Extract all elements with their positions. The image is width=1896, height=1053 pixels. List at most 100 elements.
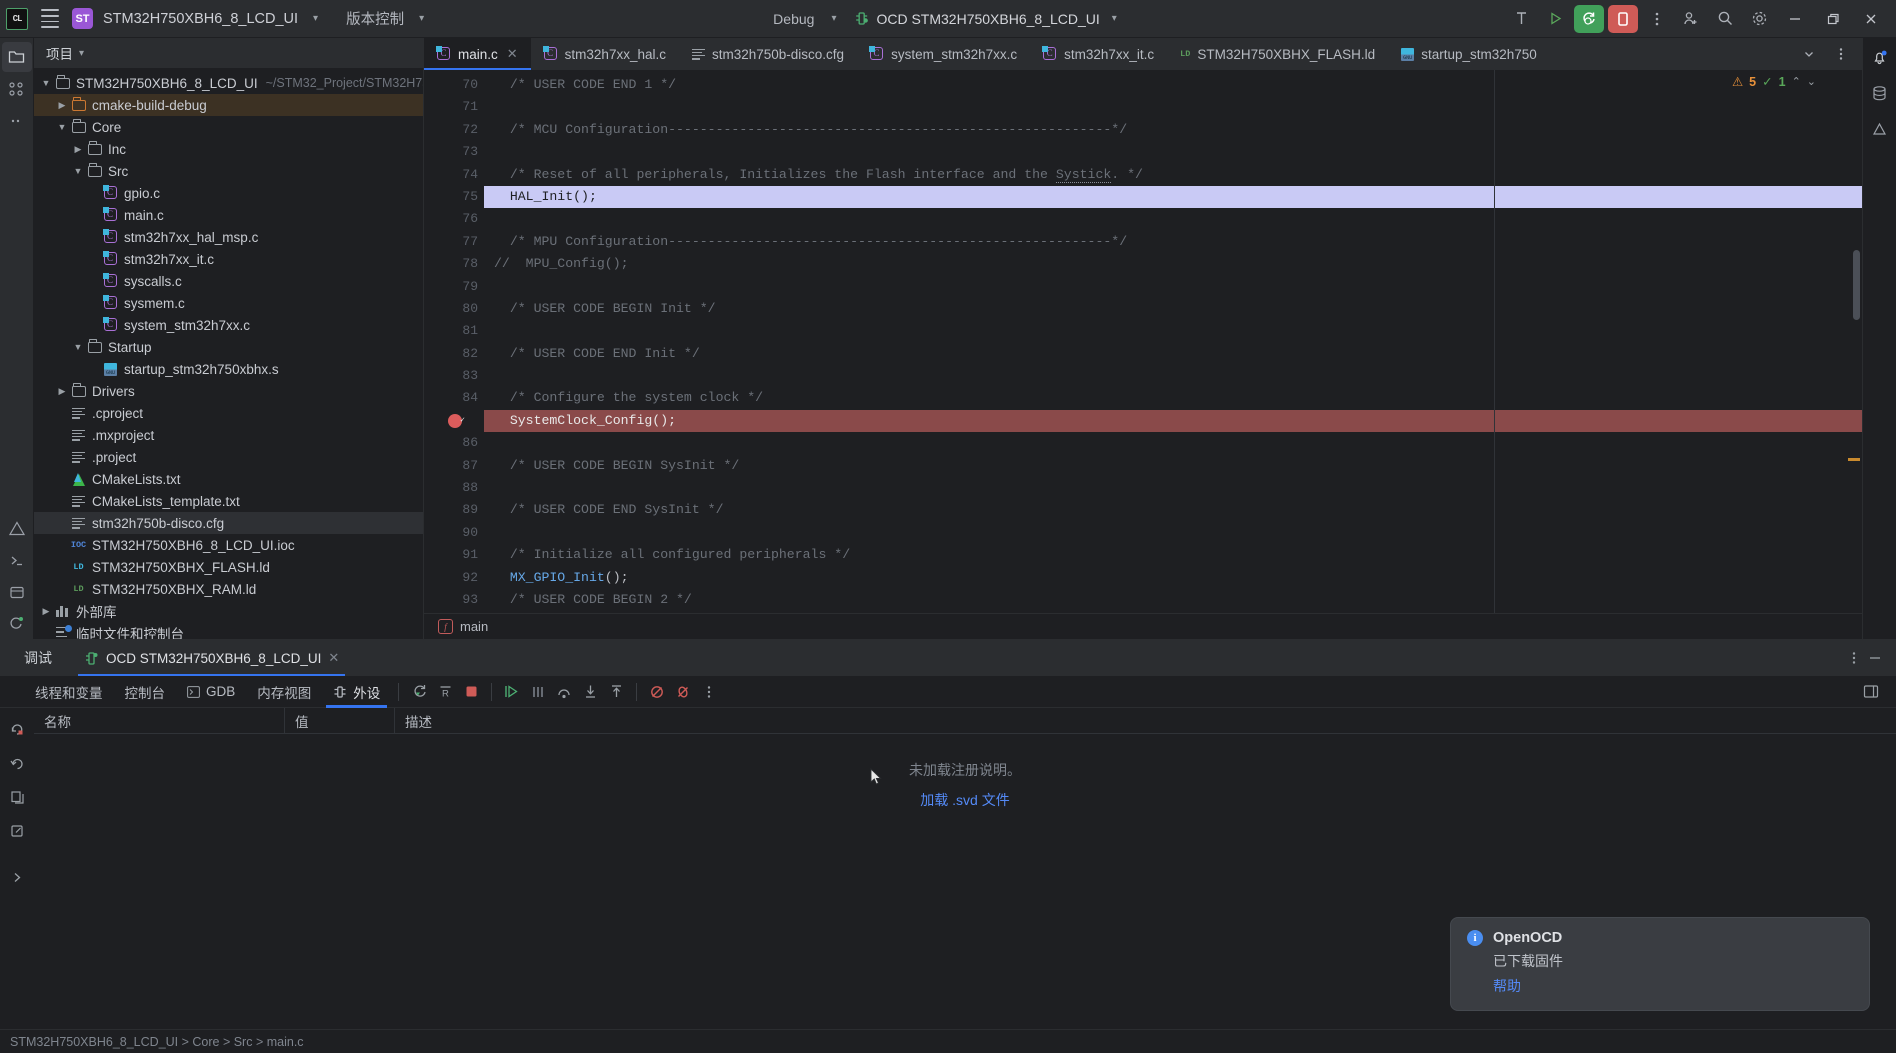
chevron-down-icon-vcs[interactable]: ▾ <box>419 13 424 24</box>
chevron-down-icon[interactable]: ▼ <box>54 122 70 132</box>
code-line-82[interactable]: /* USER CODE END Init */ <box>484 343 1862 365</box>
view-breakpoints-icon[interactable] <box>670 679 696 705</box>
chevron-down-icon-debug[interactable]: ▾ <box>831 13 836 24</box>
tree-item-STM32H750XBHX_RAM.ld[interactable]: ▶LDSTM32H750XBHX_RAM.ld <box>34 578 423 600</box>
copy-icon[interactable] <box>4 784 30 810</box>
code-line-70[interactable]: /* USER CODE END 1 */ <box>484 74 1862 96</box>
tree-item-stm32h750b-disco.cfg[interactable]: ▶stm32h750b-disco.cfg <box>34 512 423 534</box>
column-header-name[interactable]: 名称 <box>34 708 284 733</box>
more-tools-icon[interactable] <box>2 106 32 136</box>
code-line-85[interactable]: SystemClock_Config(); <box>484 409 1862 433</box>
gutter-line-80[interactable]: 80 <box>424 298 484 320</box>
code-line-86[interactable] <box>484 432 1862 454</box>
run-config-selector[interactable]: OCD STM32H750XBH6_8_LCD_UI ▾ <box>848 8 1122 30</box>
build-button[interactable] <box>1506 5 1536 33</box>
code-line-81[interactable] <box>484 320 1862 342</box>
code-line-72[interactable]: /* MCU Configuration--------------------… <box>484 119 1862 141</box>
chevron-down-icon[interactable]: ▼ <box>70 342 86 352</box>
chevron-right-icon[interactable]: ▶ <box>38 606 54 617</box>
notification-help-link[interactable]: 帮助 <box>1493 976 1853 996</box>
code-line-75[interactable]: HAL_Init(); <box>484 185 1862 209</box>
more-vertical-icon-tabs[interactable] <box>1826 40 1856 68</box>
inspection-widget[interactable]: ⚠ 5 ✓ 1 ⌃ ⌄ <box>1732 74 1816 90</box>
gutter-line-93[interactable]: 93 <box>424 589 484 611</box>
tree-item-Startup[interactable]: ▼ Startup <box>34 336 423 358</box>
export-icon[interactable] <box>4 818 30 844</box>
next-problem-icon[interactable]: ⌄ <box>1807 75 1816 88</box>
code-line-76[interactable] <box>484 208 1862 230</box>
tree-item-main.c[interactable]: ▶Cmain.c <box>34 204 423 226</box>
tree-item-stm32h7xx_hal_msp.c[interactable]: ▶Cstm32h7xx_hal_msp.c <box>34 226 423 248</box>
resume-icon[interactable] <box>499 679 525 705</box>
gutter-line-83[interactable]: 83 <box>424 365 484 387</box>
tree-item-Drivers[interactable]: ▶ Drivers <box>34 380 423 402</box>
more-vertical-icon-debug-toolbar[interactable] <box>696 679 722 705</box>
tree-item-.cproject[interactable]: ▶.cproject <box>34 402 423 424</box>
tree-item-STM32H750XBH6_8_LCD_UI[interactable]: ▼ STM32H750XBH6_8_LCD_UI ~/STM32_Project/S… <box>34 72 423 94</box>
gutter-line-87[interactable]: 87 <box>424 455 484 477</box>
tree-item-sysmem.c[interactable]: ▶Csysmem.c <box>34 292 423 314</box>
project-name-label[interactable]: STM32H750XBH6_8_LCD_UI <box>103 11 298 27</box>
code-line-93[interactable]: /* USER CODE BEGIN 2 */ <box>484 589 1862 611</box>
services-tool-icon[interactable] <box>2 577 32 607</box>
gutter-line-91[interactable]: 91 <box>424 544 484 566</box>
project-tool-icon[interactable] <box>1 42 32 72</box>
breadcrumb[interactable]: f main <box>424 613 1862 639</box>
chevron-down-icon-project[interactable]: ▾ <box>79 48 84 59</box>
debug-tab-外设[interactable]: 外设 <box>322 676 391 708</box>
tree-item-cmake-build-debug[interactable]: ▶ cmake-build-debug <box>34 94 423 116</box>
tree-item-STM32H750XBH6_8_LCD_UI.ioc[interactable]: ▶IOCSTM32H750XBH6_8_LCD_UI.ioc <box>34 534 423 556</box>
refresh-red-icon[interactable] <box>4 716 30 742</box>
tree-item-临时文件和控制台[interactable]: ▶临时文件和控制台 <box>34 622 423 639</box>
rerun-icon[interactable] <box>406 679 432 705</box>
gutter-line-79[interactable]: 79 <box>424 276 484 298</box>
notification-popup[interactable]: i OpenOCD 已下载固件 帮助 <box>1450 917 1870 1011</box>
tree-item-Inc[interactable]: ▶ Inc <box>34 138 423 160</box>
gutter-line-73[interactable]: 73 <box>424 141 484 163</box>
step-over-icon[interactable] <box>551 679 577 705</box>
code-line-91[interactable]: /* Initialize all configured peripherals… <box>484 544 1862 566</box>
code-line-73[interactable] <box>484 141 1862 163</box>
step-out-icon[interactable] <box>603 679 629 705</box>
tree-item-CMakeLists.txt[interactable]: ▶CMakeLists.txt <box>34 468 423 490</box>
close-session-icon[interactable]: ✕ <box>328 650 339 666</box>
tree-item-.mxproject[interactable]: ▶.mxproject <box>34 424 423 446</box>
code-line-77[interactable]: /* MPU Configuration--------------------… <box>484 231 1862 253</box>
close-icon[interactable] <box>1854 4 1888 34</box>
tree-item-CMakeLists_template.txt[interactable]: ▶CMakeLists_template.txt <box>34 490 423 512</box>
editor-tab-stm32h7xx_it.c[interactable]: Cstm32h7xx_it.c <box>1030 38 1167 70</box>
tree-item-startup_stm32h750xbhx.s[interactable]: ▶startup_stm32h750xbhx.s <box>34 358 423 380</box>
more-vertical-icon-debug[interactable] <box>1852 651 1856 665</box>
code-line-83[interactable] <box>484 365 1862 387</box>
chevron-right-icon[interactable]: ▶ <box>54 100 70 111</box>
gutter-line-89[interactable]: 89 <box>424 499 484 521</box>
version-control-menu[interactable]: 版本控制 <box>346 8 404 29</box>
gutter-line-72[interactable]: 72 <box>424 119 484 141</box>
code-line-94[interactable] <box>484 611 1862 613</box>
minimize-panel-icon[interactable] <box>1868 651 1882 665</box>
column-header-value[interactable]: 值 <box>284 708 394 733</box>
search-icon[interactable] <box>1710 5 1740 33</box>
reset-icon[interactable]: R <box>432 679 458 705</box>
chevron-down-icon-tabs[interactable] <box>1794 40 1824 68</box>
commit-tool-icon[interactable] <box>2 74 32 104</box>
gutter-line-81[interactable]: 81 <box>424 320 484 342</box>
editor-tab-stm32h7xx_hal.c[interactable]: Cstm32h7xx_hal.c <box>531 38 679 70</box>
notifications-icon[interactable] <box>1865 42 1895 72</box>
project-panel-header[interactable]: 项目 ▾ <box>34 38 423 68</box>
debug-tab-线程和变量[interactable]: 线程和变量 <box>24 676 114 708</box>
code-line-74[interactable]: /* Reset of all peripherals, Initializes… <box>484 164 1862 186</box>
tree-item-外部库[interactable]: ▶ 外部库 <box>34 600 423 622</box>
hamburger-icon[interactable] <box>38 6 62 32</box>
editor-tab-STM32H750XBHX_FLASH.ld[interactable]: LD STM32H750XBHX_FLASH.ld <box>1167 38 1388 70</box>
tree-item-Src[interactable]: ▼ Src <box>34 160 423 182</box>
chevron-right-icon[interactable]: ▶ <box>54 386 70 397</box>
code-line-80[interactable]: /* USER CODE BEGIN Init */ <box>484 298 1862 320</box>
project-tree[interactable]: ▼ STM32H750XBH6_8_LCD_UI ~/STM32_Project/S… <box>34 68 423 639</box>
debug-tool-icon[interactable] <box>2 609 32 639</box>
mute-breakpoints-icon[interactable] <box>644 679 670 705</box>
debug-button[interactable] <box>1574 4 1604 33</box>
column-header-description[interactable]: 描述 <box>394 708 1896 733</box>
database-icon[interactable] <box>1865 78 1895 108</box>
prev-problem-icon[interactable]: ⌃ <box>1792 75 1801 88</box>
